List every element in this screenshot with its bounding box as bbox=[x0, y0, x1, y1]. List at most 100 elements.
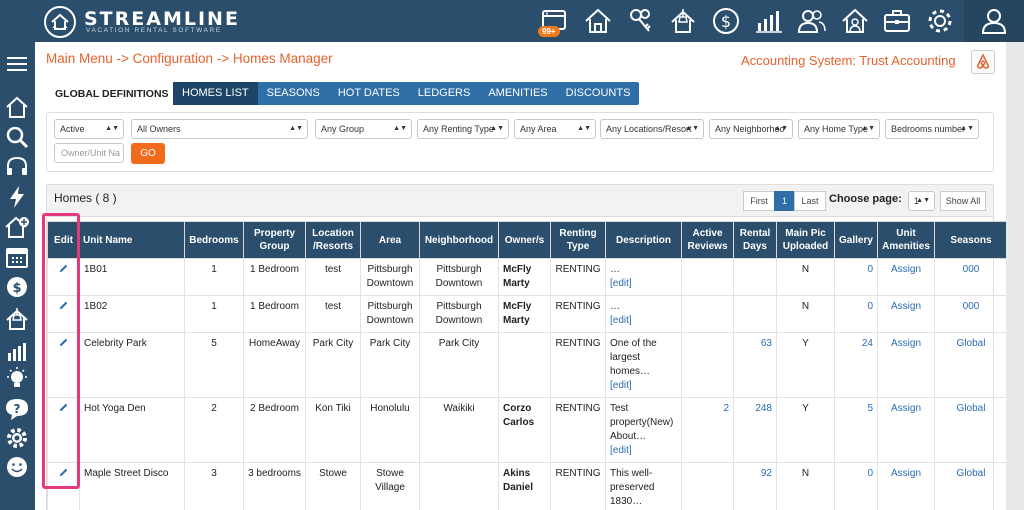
housekeeping-icon[interactable] bbox=[4, 306, 30, 332]
calendar-icon[interactable] bbox=[4, 244, 30, 270]
active-reviews[interactable] bbox=[681, 295, 734, 333]
smiley-icon[interactable] bbox=[4, 454, 30, 480]
unit-name[interactable]: Hot Yoga Den bbox=[79, 397, 185, 463]
col-active-reviews[interactable]: Active Reviews bbox=[681, 221, 734, 259]
rental-days[interactable]: 92 bbox=[733, 462, 777, 510]
streamline-logo[interactable]: STREAMLINE VACATION RENTAL SOFTWARE bbox=[44, 6, 274, 38]
col-location-resorts[interactable]: Location /Resorts bbox=[305, 221, 361, 259]
seasons-link[interactable]: 000 bbox=[934, 258, 1008, 296]
rental-days[interactable] bbox=[733, 258, 777, 296]
col-renting-type[interactable]: Renting Type bbox=[550, 221, 606, 259]
description-edit-link[interactable]: [edit] bbox=[610, 314, 677, 328]
tab-hot-dates[interactable]: HOT DATES bbox=[329, 82, 409, 105]
col-area[interactable]: Area bbox=[360, 221, 420, 259]
seasons-link[interactable]: 000 bbox=[934, 295, 1008, 333]
breadcrumb[interactable]: Main Menu -> Configuration -> Homes Mana… bbox=[46, 51, 333, 66]
rental-days[interactable]: 248 bbox=[733, 397, 777, 463]
col-unit-name[interactable]: Unit Name bbox=[79, 221, 185, 259]
seasons-link[interactable]: Global bbox=[934, 332, 1008, 398]
location-select[interactable]: Any Locations/Resort ▲▼ bbox=[600, 119, 704, 139]
col-owners[interactable]: Owner/s bbox=[498, 221, 551, 259]
show-all-button[interactable]: Show All bbox=[940, 191, 986, 211]
menu-toggle-icon[interactable] bbox=[4, 51, 30, 77]
col-neighborhood[interactable]: Neighborhood bbox=[419, 221, 499, 259]
owner-home-icon[interactable] bbox=[839, 5, 871, 37]
active-reviews[interactable] bbox=[681, 332, 734, 398]
housekeeping-icon[interactable] bbox=[667, 5, 699, 37]
gear-icon[interactable] bbox=[4, 425, 30, 451]
col-unit-amenities[interactable]: Unit Amenities bbox=[877, 221, 935, 259]
unit-name[interactable]: Celebrity Park bbox=[79, 332, 185, 398]
headset-icon[interactable] bbox=[4, 154, 30, 180]
tab-discounts[interactable]: DISCOUNTS bbox=[557, 82, 640, 105]
page-scrollbar[interactable] bbox=[1006, 42, 1024, 510]
airbnb-button[interactable] bbox=[971, 50, 995, 74]
pager-first-button[interactable]: First bbox=[743, 191, 775, 211]
add-home-icon[interactable] bbox=[4, 214, 30, 240]
active-reviews[interactable] bbox=[681, 258, 734, 296]
owner-unit-search-input[interactable]: Owner/Unit Na bbox=[54, 143, 124, 163]
tab-ledgers[interactable]: LEDGERS bbox=[409, 82, 480, 105]
pager-page-1-button[interactable]: 1 bbox=[774, 191, 795, 211]
assign-amenities-link[interactable]: Assign bbox=[877, 462, 935, 510]
toolbox-icon[interactable] bbox=[881, 5, 913, 37]
col-property-group[interactable]: Property Group bbox=[243, 221, 306, 259]
gallery-count[interactable]: 0 bbox=[834, 295, 878, 333]
user-menu[interactable] bbox=[964, 0, 1024, 42]
col-rental-days[interactable]: Rental Days bbox=[733, 221, 777, 259]
search-icon[interactable] bbox=[4, 124, 30, 150]
gallery-count[interactable]: 5 bbox=[834, 397, 878, 463]
status-select[interactable]: Active ▲▼ bbox=[54, 119, 124, 139]
home-icon[interactable] bbox=[582, 5, 614, 37]
tab-seasons[interactable]: SEASONS bbox=[258, 82, 329, 105]
active-reviews[interactable]: 2 bbox=[681, 397, 734, 463]
unit-name[interactable]: 1B01 bbox=[79, 258, 185, 296]
unit-name[interactable]: 1B02 bbox=[79, 295, 185, 333]
bar-chart-icon[interactable] bbox=[753, 5, 785, 37]
assign-amenities-link[interactable]: Assign bbox=[877, 397, 935, 463]
active-reviews[interactable] bbox=[681, 462, 734, 510]
go-button[interactable]: GO bbox=[131, 143, 165, 164]
rental-days[interactable] bbox=[733, 295, 777, 333]
dollar-icon[interactable]: $ bbox=[710, 5, 742, 37]
col-seasons[interactable]: Seasons bbox=[934, 221, 1008, 259]
gallery-count[interactable]: 0 bbox=[834, 462, 878, 510]
area-select[interactable]: Any Area ▲▼ bbox=[514, 119, 596, 139]
description-edit-link[interactable]: [edit] bbox=[610, 379, 677, 393]
home-type-select[interactable]: Any Home Type ▲▼ bbox=[798, 119, 880, 139]
keys-icon[interactable] bbox=[625, 5, 657, 37]
seasons-link[interactable]: Global bbox=[934, 397, 1008, 463]
col-bedrooms[interactable]: Bedrooms bbox=[184, 221, 244, 259]
rental-days[interactable]: 63 bbox=[733, 332, 777, 398]
unit-name[interactable]: Maple Street Disco bbox=[79, 462, 185, 510]
renting-type-select[interactable]: Any Renting Type ▲▼ bbox=[417, 119, 509, 139]
lightbulb-icon[interactable] bbox=[4, 366, 30, 392]
gallery-count[interactable]: 0 bbox=[834, 258, 878, 296]
group-select[interactable]: Any Group ▲▼ bbox=[315, 119, 412, 139]
choose-page-select[interactable]: 1 ▲▼ bbox=[908, 191, 935, 211]
pager-last-button[interactable]: Last bbox=[794, 191, 826, 211]
description-edit-link[interactable]: [edit] bbox=[610, 444, 677, 458]
col-main-pic-uploaded[interactable]: Main Pic Uploaded bbox=[776, 221, 835, 259]
help-icon[interactable]: ? bbox=[4, 396, 30, 422]
seasons-link[interactable]: Global bbox=[934, 462, 1008, 510]
col-description[interactable]: Description bbox=[605, 221, 682, 259]
description-edit-link[interactable]: [edit] bbox=[610, 277, 677, 291]
user-icon[interactable] bbox=[978, 5, 1010, 37]
assign-amenities-link[interactable]: Assign bbox=[877, 295, 935, 333]
bedrooms-select[interactable]: Bedrooms number ▲▼ bbox=[885, 119, 979, 139]
gear-icon[interactable] bbox=[924, 5, 956, 37]
bar-chart-icon[interactable] bbox=[4, 338, 30, 364]
owners-icon[interactable] bbox=[796, 5, 828, 37]
notification-badge[interactable]: 99+ bbox=[538, 26, 560, 37]
tab-homes-list[interactable]: HOMES LIST bbox=[173, 82, 258, 105]
assign-amenities-link[interactable]: Assign bbox=[877, 332, 935, 398]
lightning-icon[interactable] bbox=[4, 184, 30, 210]
neighborhood-select[interactable]: Any Neighborhoo ▲▼ bbox=[709, 119, 793, 139]
tab-amenities[interactable]: AMENITIES bbox=[479, 82, 556, 105]
dollar-icon[interactable]: $ bbox=[4, 274, 30, 300]
gallery-count[interactable]: 24 bbox=[834, 332, 878, 398]
assign-amenities-link[interactable]: Assign bbox=[877, 258, 935, 296]
col-gallery[interactable]: Gallery bbox=[834, 221, 878, 259]
owner-select[interactable]: All Owners ▲▼ bbox=[131, 119, 308, 139]
